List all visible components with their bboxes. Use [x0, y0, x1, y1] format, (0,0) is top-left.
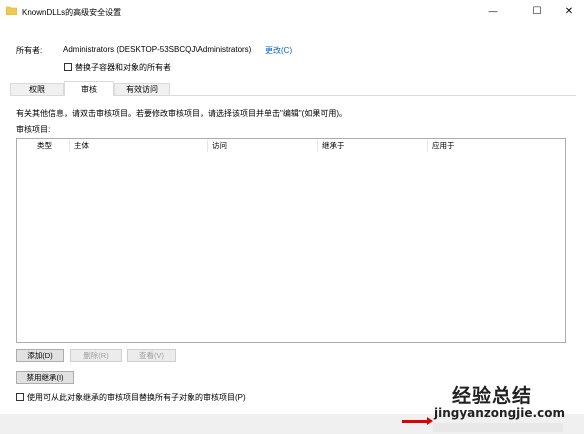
- column-header-applies-to[interactable]: 应用于: [428, 140, 565, 152]
- tab-label: 有效访问: [126, 85, 158, 94]
- owner-value: Administrators (DESKTOP-53SBCQJ\Administ…: [63, 45, 252, 54]
- tab-label: 权限: [29, 85, 45, 94]
- close-icon: ✕: [564, 5, 574, 17]
- tab-effective-access[interactable]: 有效访问: [114, 83, 170, 95]
- add-button-label: 添加(D): [27, 351, 53, 360]
- title-bar: KnownDLLs的高级安全设置 — ☐ ✕: [0, 0, 584, 24]
- close-button[interactable]: ✕: [554, 0, 584, 22]
- audit-entries-list[interactable]: 类型 主体 访问 继承于 应用于: [16, 138, 566, 343]
- owner-label: 所有者:: [16, 46, 43, 55]
- window-title: KnownDLLs的高级安全设置: [22, 8, 122, 17]
- audit-entries-label: 审核项目:: [16, 125, 51, 134]
- tab-permissions[interactable]: 权限: [10, 83, 64, 95]
- minimize-icon: —: [488, 6, 498, 16]
- replace-child-audit-checkbox[interactable]: [16, 393, 24, 401]
- arrow-icon: [402, 417, 433, 425]
- remove-button-label: 删除(R): [83, 351, 109, 360]
- watermark-band: [433, 423, 563, 432]
- column-header-principal[interactable]: 主体: [70, 140, 208, 152]
- watermark-url: jingyanzongjie.com: [434, 406, 565, 420]
- column-header-type[interactable]: 类型: [17, 140, 70, 152]
- view-button[interactable]: 查看(V): [127, 349, 176, 362]
- minimize-button[interactable]: —: [478, 0, 508, 22]
- watermark-title: 经验总结: [452, 386, 533, 407]
- column-header-access[interactable]: 访问: [208, 140, 318, 152]
- tab-label: 审核: [81, 84, 97, 94]
- replace-owner-checkbox[interactable]: [64, 63, 72, 71]
- change-owner-link[interactable]: 更改(C): [265, 45, 292, 56]
- maximize-icon: ☐: [532, 5, 542, 17]
- tab-auditing[interactable]: 审核: [64, 81, 114, 96]
- disable-inheritance-button[interactable]: 禁用继承(I): [16, 371, 74, 384]
- audit-info-text: 有关其他信息，请双击审核项目。若要修改审核项目，请选择该项目并单击"编辑"(如果…: [16, 109, 348, 118]
- remove-button[interactable]: 删除(R): [70, 349, 122, 362]
- add-button[interactable]: 添加(D): [16, 349, 64, 362]
- maximize-button[interactable]: ☐: [522, 0, 552, 22]
- disable-inheritance-label: 禁用继承(I): [26, 373, 64, 382]
- column-header-inherited-from[interactable]: 继承于: [318, 140, 428, 152]
- replace-child-audit-label: 使用可从此对象继承的审核项目替换所有子对象的审核项目(P): [27, 393, 246, 402]
- folder-icon: [6, 6, 17, 15]
- view-button-label: 查看(V): [139, 351, 164, 360]
- replace-owner-label: 替换子容器和对象的所有者: [75, 63, 171, 72]
